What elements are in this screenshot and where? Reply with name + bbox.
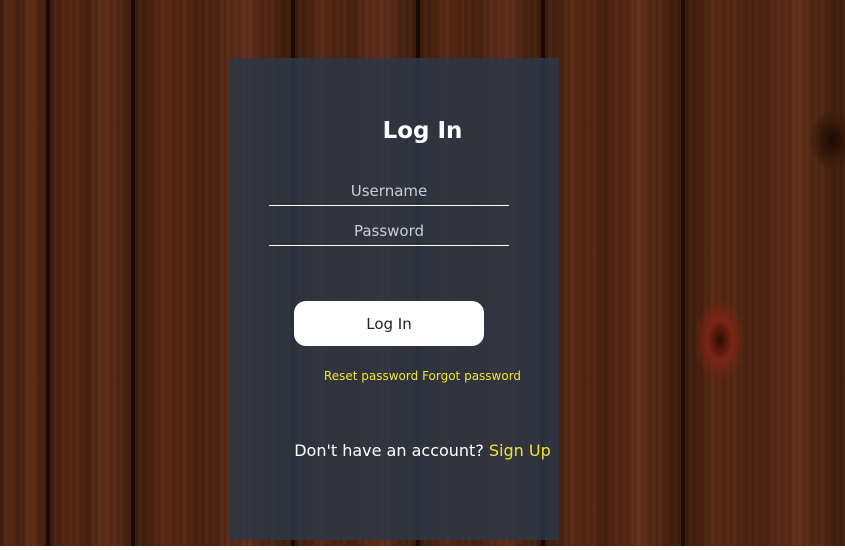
wood-knot bbox=[695, 300, 745, 380]
page-bottom-strip bbox=[0, 546, 845, 550]
forgot-password-link[interactable]: Forgot password bbox=[422, 369, 521, 383]
wood-plank bbox=[545, 0, 685, 546]
password-links: Reset password Forgot password bbox=[0, 369, 845, 383]
password-input[interactable] bbox=[269, 216, 509, 246]
username-input[interactable] bbox=[269, 176, 509, 206]
wood-plank bbox=[0, 0, 50, 546]
login-title: Log In bbox=[382, 118, 463, 144]
wood-plank bbox=[50, 0, 135, 546]
wood-plank bbox=[685, 0, 845, 546]
login-button[interactable]: Log In bbox=[294, 301, 484, 346]
signup-prompt: Don't have an account? Sign Up bbox=[0, 441, 845, 460]
no-account-text: Don't have an account? bbox=[294, 441, 484, 460]
signup-link[interactable]: Sign Up bbox=[489, 441, 551, 460]
reset-password-link[interactable]: Reset password bbox=[324, 369, 418, 383]
